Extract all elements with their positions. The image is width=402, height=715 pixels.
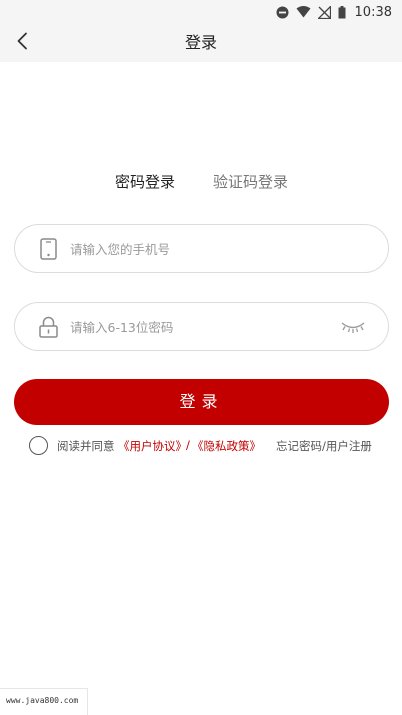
- back-button[interactable]: [6, 27, 38, 59]
- status-time: 10:38: [354, 4, 392, 20]
- privacy-policy-link[interactable]: 《隐私政策》: [192, 438, 261, 454]
- status-bar: 10:38: [0, 0, 402, 24]
- phone-icon: [37, 237, 59, 261]
- tab-code-login[interactable]: 验证码登录: [213, 168, 288, 196]
- lock-icon: [37, 315, 59, 339]
- watermark-text: www.java800.com: [6, 696, 79, 705]
- agreement-prefix: 阅读并同意: [57, 439, 115, 453]
- agreement-row: 阅读并同意 《用户协议》 / 《隐私政策》 忘记密码/用户注册: [0, 436, 402, 456]
- eye-closed-icon[interactable]: [340, 319, 366, 335]
- login-button[interactable]: 登录: [14, 379, 389, 425]
- phone-input[interactable]: [70, 237, 330, 261]
- wifi-icon: [296, 6, 311, 18]
- password-input[interactable]: [70, 315, 330, 339]
- agreement-checkbox[interactable]: [29, 436, 48, 455]
- agreement-separator: /: [186, 438, 190, 452]
- login-tabs: 密码登录 验证码登录: [0, 168, 402, 196]
- do-not-disturb-icon: [276, 6, 289, 19]
- nav-bar: 登录: [0, 24, 402, 62]
- signal-off-icon: [317, 5, 331, 19]
- page-title: 登录: [184, 33, 217, 52]
- chevron-left-icon: [16, 32, 28, 54]
- status-icons: 10:38: [276, 4, 392, 20]
- watermark: www.java800.com: [0, 688, 88, 715]
- user-agreement-link[interactable]: 《用户协议》: [118, 438, 187, 454]
- tab-password-login[interactable]: 密码登录: [115, 168, 175, 196]
- battery-icon: [338, 5, 346, 19]
- phone-field: [14, 224, 389, 273]
- password-field: [14, 302, 389, 351]
- forgot-register-link[interactable]: 忘记密码/用户注册: [276, 438, 372, 454]
